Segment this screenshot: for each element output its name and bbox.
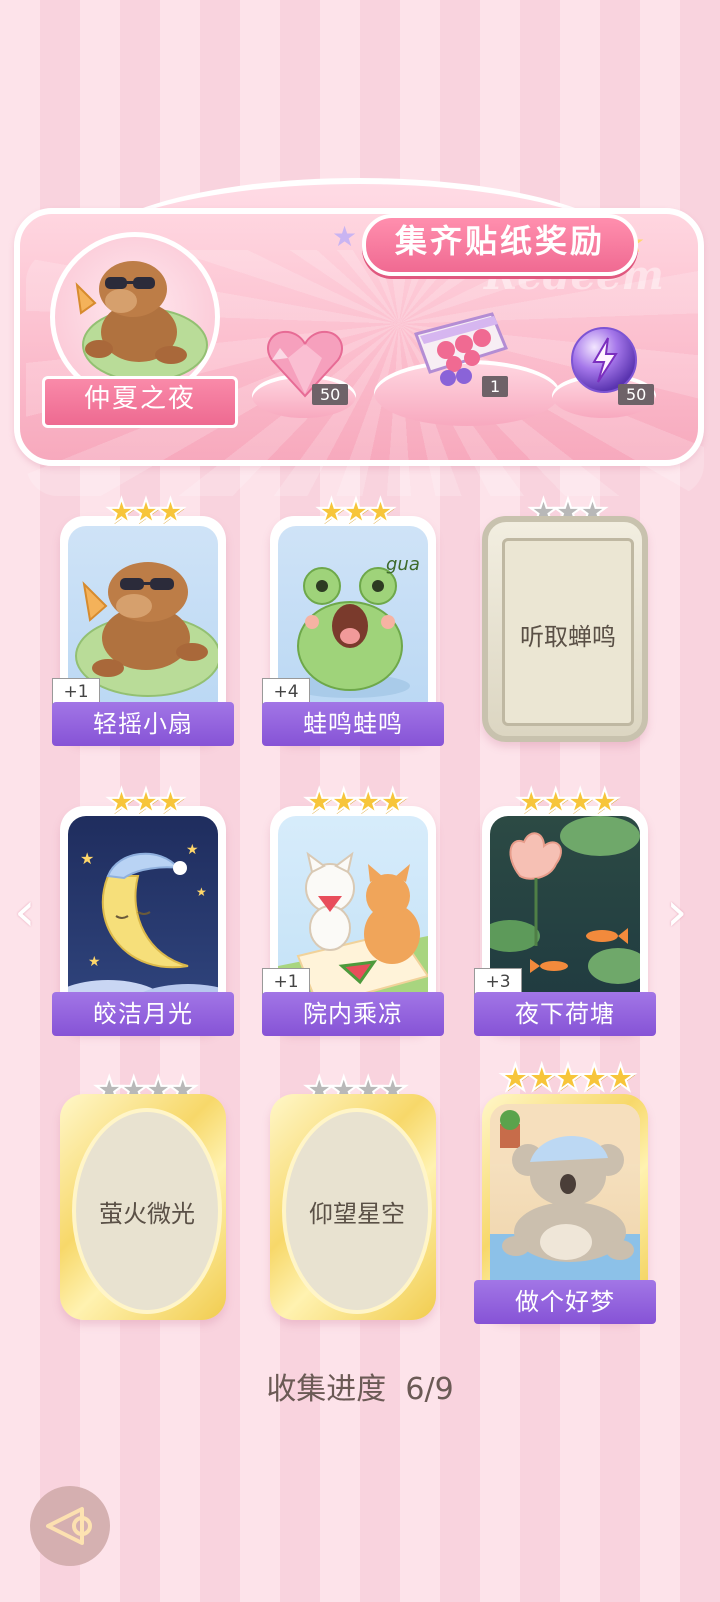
card-name: 轻摇小扇: [52, 702, 234, 746]
card-name: 萤火微光: [99, 1200, 195, 1228]
card-name: 做个好梦: [474, 1280, 656, 1324]
locked-oval: 萤火微光: [72, 1108, 222, 1314]
star-rating: ★★★★★: [482, 1057, 648, 1100]
prev-page-chevron-icon[interactable]: ‹: [14, 880, 36, 943]
sticker-card-locked[interactable]: ★★★ 听取蝉鸣: [482, 491, 648, 742]
banner-title: 集齐贴纸奖励: [362, 214, 638, 276]
svg-text:★: ★: [80, 849, 94, 868]
gold-frame: 仰望星空: [270, 1094, 436, 1320]
theme-name-ribbon: 仲夏之夜: [42, 376, 238, 428]
next-page-chevron-icon[interactable]: ›: [666, 880, 688, 943]
card-name: 夜下荷塘: [474, 992, 656, 1036]
frog-sound-text: gua: [386, 554, 420, 575]
sticker-card[interactable]: ★★★ +1 轻摇小扇: [52, 491, 234, 746]
sleeping-koala-icon: [490, 1104, 640, 1304]
locked-oval: 仰望星空: [282, 1108, 432, 1314]
card-art: [490, 1104, 640, 1304]
reward-banner: Redeem ★ ★ 集齐贴纸奖励 仲夏之夜 50: [14, 178, 704, 496]
locked-inner-frame: 听取蝉鸣: [502, 538, 634, 726]
reward-count: 1: [482, 376, 509, 397]
reward-count: 50: [312, 384, 349, 405]
gold-frame: 萤火微光: [60, 1094, 226, 1320]
back-arrow-icon: [46, 1507, 92, 1545]
sticker-card-locked[interactable]: ★★★★ 萤火微光: [60, 1069, 226, 1320]
card-name: 蛙鸣蛙鸣: [262, 702, 444, 746]
sticker-card[interactable]: ★★★★★ 做个好梦: [474, 1057, 656, 1324]
reward-count: 50: [618, 384, 655, 405]
star-icon: ★: [525, 1057, 559, 1100]
progress-value: 6/9: [405, 1372, 454, 1407]
star-icon: ★: [498, 1057, 532, 1100]
svg-text:★: ★: [88, 954, 101, 970]
star-icon: ★: [551, 1057, 585, 1100]
sticker-card[interactable]: ★★★ ★ ★ ★ ★ 皎洁月光: [52, 781, 234, 1036]
locked-frame: 听取蝉鸣: [482, 516, 648, 742]
svg-text:★: ★: [196, 885, 207, 899]
card-name: 听取蝉鸣: [520, 623, 616, 651]
sticker-card-locked[interactable]: ★★★★ 仰望星空: [270, 1069, 436, 1320]
star-icon: ★: [603, 1057, 637, 1100]
back-button[interactable]: [30, 1486, 110, 1566]
capybara-fan-icon: [75, 261, 208, 382]
gift-box-icon: [414, 312, 509, 386]
card-name: 皎洁月光: [52, 992, 234, 1036]
card-name: 仰望星空: [309, 1200, 405, 1228]
star-icon: ★: [577, 1057, 611, 1100]
sleeping-moon-icon: ★ ★ ★ ★: [68, 842, 218, 1016]
card-name: 院内乘凉: [262, 992, 444, 1036]
sticker-card[interactable]: ★★★★ +3 夜下荷塘: [474, 781, 656, 1036]
purple-star-icon: ★: [332, 220, 358, 253]
card-art: ★ ★ ★ ★: [68, 816, 218, 1016]
sticker-card[interactable]: ★★★★ +1 院内乘凉: [262, 781, 444, 1036]
collection-progress: 收集进度 6/9: [0, 1364, 720, 1408]
sticker-card[interactable]: ★★★ gua +4 蛙鸣蛙鸣: [262, 491, 444, 746]
svg-text:★: ★: [186, 842, 199, 858]
progress-label: 收集进度: [266, 1372, 387, 1407]
